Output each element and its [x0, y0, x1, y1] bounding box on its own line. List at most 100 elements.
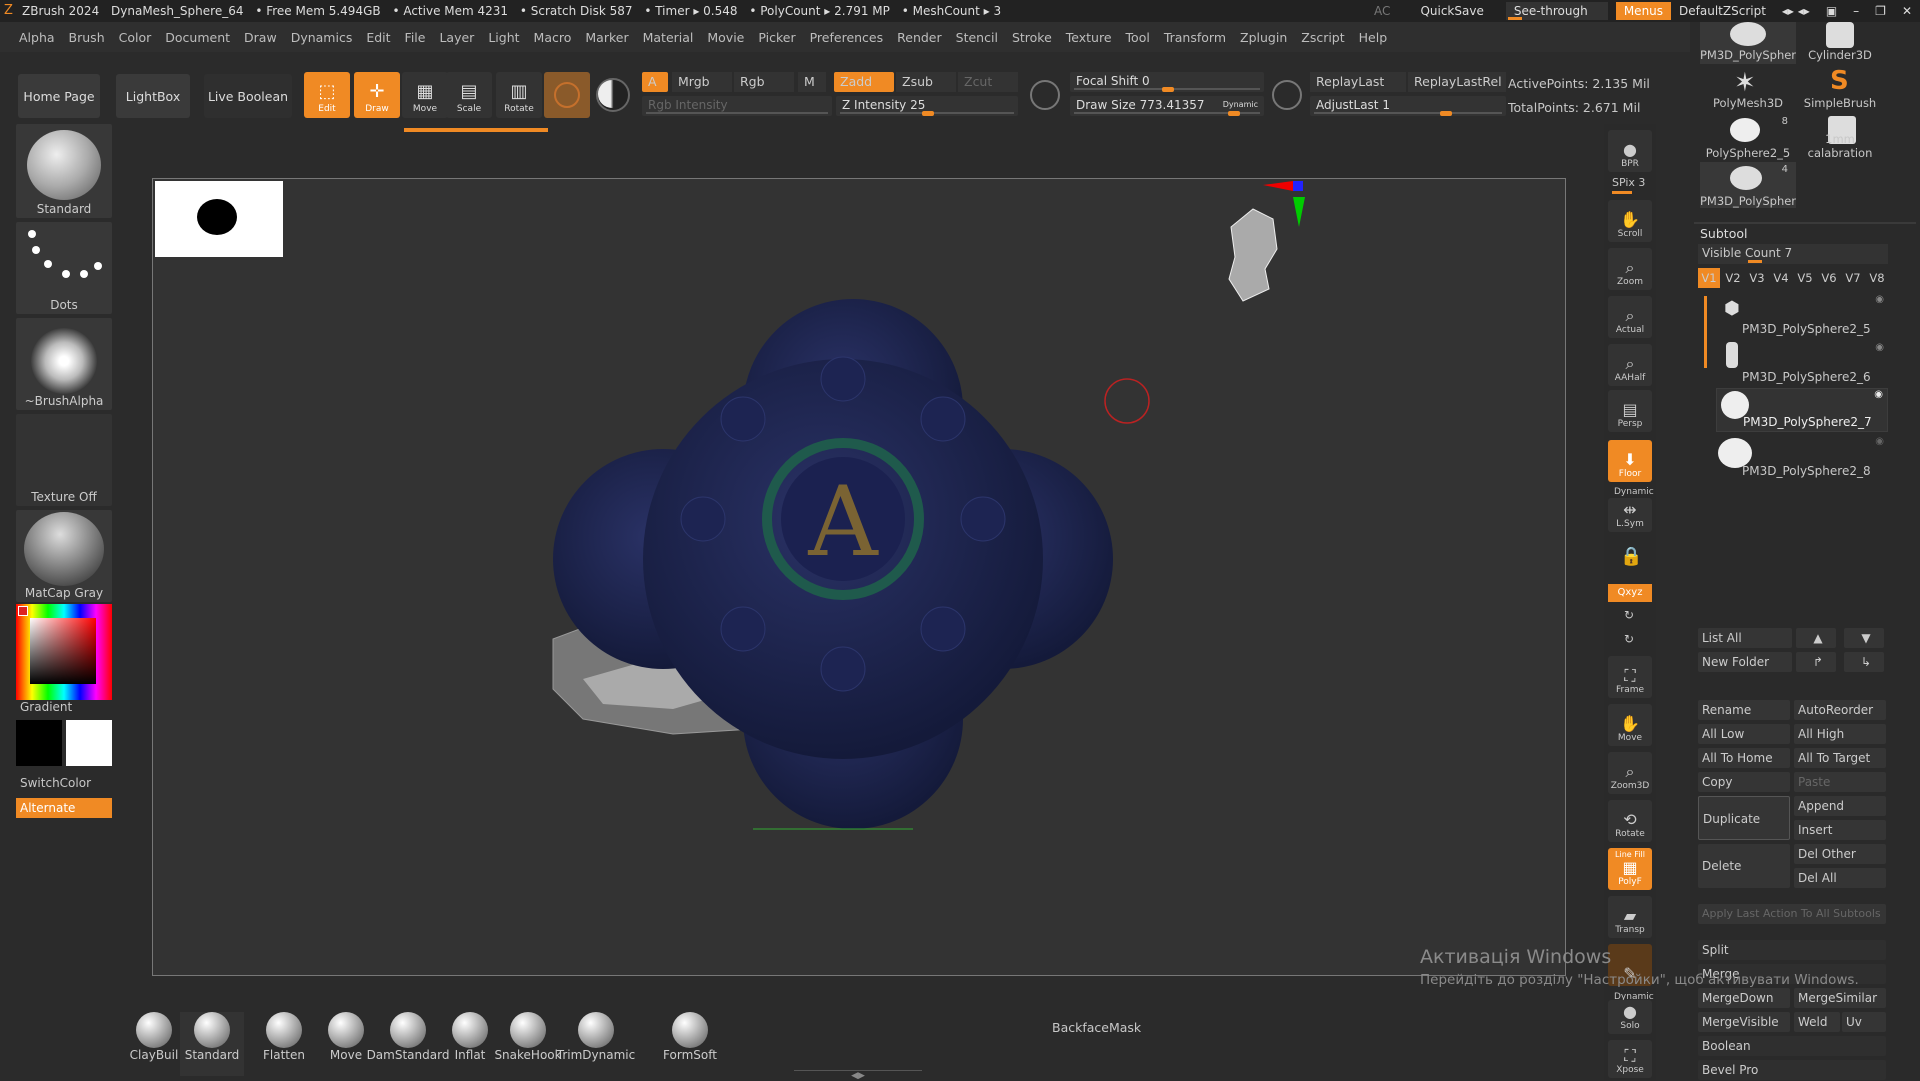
home-page-button[interactable]: Home Page — [18, 74, 100, 118]
m-toggle[interactable]: M — [798, 72, 826, 92]
bevel-pro-section[interactable]: Bevel Pro — [1698, 1060, 1886, 1080]
move-view-button[interactable]: ✋ Move — [1608, 704, 1652, 746]
menu-edit[interactable]: Edit — [366, 30, 390, 45]
tool-thumb-cylinder[interactable]: Cylinder3D — [1796, 22, 1884, 64]
rotate-view-button[interactable]: ⟲ Rotate — [1608, 800, 1652, 842]
menu-help[interactable]: Help — [1359, 30, 1388, 45]
autoreorder-button[interactable]: AutoReorder — [1794, 700, 1886, 720]
ac-button[interactable]: AC — [1366, 2, 1398, 20]
visibility-tab-v5[interactable]: V5 — [1794, 268, 1816, 288]
zoom3d-button[interactable]: ⌕ Zoom3D — [1608, 752, 1652, 794]
menu-preferences[interactable]: Preferences — [810, 30, 884, 45]
edit-tool[interactable]: ⬚ Edit — [304, 72, 350, 118]
copy-button[interactable]: Copy — [1698, 772, 1790, 792]
layout-arrows-icon[interactable]: ◂▸ ◂▸ — [1774, 2, 1818, 20]
merge-down-button[interactable]: MergeDown — [1698, 988, 1790, 1008]
spix-slider[interactable]: SPix 3 — [1612, 176, 1645, 189]
all-to-home-button[interactable]: All To Home — [1698, 748, 1790, 768]
append-button[interactable]: Append — [1794, 796, 1886, 816]
brush-snakehook[interactable]: SnakeHook — [494, 1012, 562, 1076]
menu-zscript[interactable]: Zscript — [1301, 30, 1344, 45]
new-folder-button[interactable]: New Folder — [1698, 652, 1792, 672]
primary-color-swatch[interactable] — [16, 720, 62, 766]
zoom-button[interactable]: ⌕ Zoom — [1608, 248, 1652, 290]
menu-alpha[interactable]: Alpha — [19, 30, 55, 45]
zcut-toggle[interactable]: Zcut — [958, 72, 1018, 92]
canvas-viewport[interactable]: A — [152, 178, 1566, 976]
lazy-mouse-icon[interactable] — [1030, 80, 1060, 110]
scroll-button[interactable]: ✋ Scroll — [1608, 200, 1652, 242]
subtool-title[interactable]: Subtool — [1700, 226, 1747, 241]
scale-tool[interactable]: ▤ Scale — [446, 72, 492, 118]
backface-mask-button[interactable]: BackfaceMask — [1052, 1020, 1141, 1035]
draw-size-slider[interactable]: Draw Size 773.41357 Dynamic — [1070, 96, 1264, 116]
brush-standard[interactable]: Standard — [180, 1012, 244, 1076]
adjust-last-slider[interactable]: AdjustLast 1 — [1310, 96, 1506, 116]
menu-layer[interactable]: Layer — [439, 30, 474, 45]
z-intensity-slider[interactable]: Z Intensity 25 — [836, 96, 1018, 116]
move-down-icon[interactable]: ▼ — [1844, 628, 1884, 648]
solo-button[interactable]: ● Solo — [1608, 1000, 1652, 1034]
alpha-selector[interactable]: ~BrushAlpha — [16, 318, 112, 410]
insert-button[interactable]: Insert — [1794, 820, 1886, 840]
brush-damstandard[interactable]: DamStandard — [367, 1012, 449, 1076]
rename-button[interactable]: Rename — [1698, 700, 1790, 720]
boolean-section[interactable]: Boolean — [1698, 1036, 1886, 1056]
aahalf-button[interactable]: ⌕ AAHalf — [1608, 344, 1652, 386]
tool-thumb-simplebrush[interactable]: S SimpleBrush — [1796, 66, 1884, 110]
tool-thumb-polymesh[interactable]: ✶ PolyMesh3D — [1700, 66, 1796, 110]
weld-toggle[interactable]: Weld — [1794, 1012, 1840, 1032]
delete-button[interactable]: Delete — [1698, 844, 1790, 888]
secondary-color-swatch[interactable] — [66, 720, 112, 766]
minimize-icon[interactable]: – — [1845, 2, 1867, 20]
subtool-eye-icon[interactable]: ◉ — [1875, 436, 1884, 447]
transp-button[interactable]: ▰ Transp — [1608, 896, 1652, 938]
tool-thumb-calibration[interactable]: 1mm calabration — [1796, 114, 1884, 160]
zsub-toggle[interactable]: Zsub — [896, 72, 956, 92]
close-icon[interactable]: ✕ — [1894, 2, 1920, 20]
lock-icon[interactable]: 🔒 — [1620, 546, 1642, 567]
duplicate-button[interactable]: Duplicate — [1698, 796, 1790, 840]
arrow-right-down-icon[interactable]: ↳ — [1844, 652, 1884, 672]
subtool-eye-icon[interactable]: ◉ — [1874, 389, 1883, 400]
zadd-toggle[interactable]: Zadd — [834, 72, 894, 92]
focal-shift-slider[interactable]: Focal Shift 0 — [1070, 72, 1264, 92]
xpose-button[interactable]: ⛶ Xpose — [1608, 1040, 1652, 1078]
menu-picker[interactable]: Picker — [758, 30, 795, 45]
color-picker[interactable] — [16, 604, 112, 700]
rgb-intensity-slider[interactable]: Rgb Intensity — [642, 96, 832, 116]
draw-tool[interactable]: ✛ Draw — [354, 72, 400, 118]
alternate-button[interactable]: Alternate — [16, 798, 112, 818]
polyf-button[interactable]: Line Fill ▦ PolyF — [1608, 848, 1652, 890]
material-selector[interactable]: MatCap Gray — [16, 510, 112, 602]
material-swatch[interactable] — [544, 72, 590, 118]
brush-move[interactable]: Move — [314, 1012, 378, 1076]
frame-button[interactable]: ⛶ Frame — [1608, 656, 1652, 698]
menu-stroke[interactable]: Stroke — [1012, 30, 1052, 45]
subtool-item-selected[interactable]: ◉ PM3D_PolySphere2_7 — [1716, 388, 1888, 432]
merge-similar-button[interactable]: MergeSimilar — [1794, 988, 1886, 1008]
apply-last-action-button[interactable]: Apply Last Action To All Subtools — [1698, 904, 1886, 924]
brush-claybuild[interactable]: ClayBuil — [122, 1012, 186, 1076]
paste-button[interactable]: Paste — [1794, 772, 1886, 792]
visibility-tab-v2[interactable]: V2 — [1722, 268, 1744, 288]
brush-formsoft[interactable]: FormSoft — [658, 1012, 722, 1076]
visibility-tab-v3[interactable]: V3 — [1746, 268, 1768, 288]
move-tool[interactable]: ▦ Move — [402, 72, 448, 118]
all-to-target-button[interactable]: All To Target — [1794, 748, 1886, 768]
mrgb-toggle[interactable]: Mrgb — [672, 72, 732, 92]
tool-thumb-pm3d-1[interactable]: PM3D_PolySpher — [1700, 22, 1796, 64]
brush-flatten[interactable]: Flatten — [252, 1012, 316, 1076]
brush-inflat[interactable]: Inflat — [438, 1012, 502, 1076]
visibility-tab-v4[interactable]: V4 — [1770, 268, 1792, 288]
menu-document[interactable]: Document — [165, 30, 230, 45]
replay-last-rel-button[interactable]: ReplayLastRel — [1408, 72, 1506, 92]
uv-toggle[interactable]: Uv — [1842, 1012, 1886, 1032]
stroke-selector[interactable]: Dots — [16, 222, 112, 314]
see-through-slider[interactable]: See-through 0 — [1505, 2, 1608, 36]
all-low-button[interactable]: All Low — [1698, 724, 1790, 744]
subtool-item[interactable]: ◉ PM3D_PolySphere2_8 — [1716, 436, 1888, 480]
arrow-right-up-icon[interactable]: ↱ — [1796, 652, 1836, 672]
menu-render[interactable]: Render — [897, 30, 942, 45]
visibility-tab-v6[interactable]: V6 — [1818, 268, 1840, 288]
